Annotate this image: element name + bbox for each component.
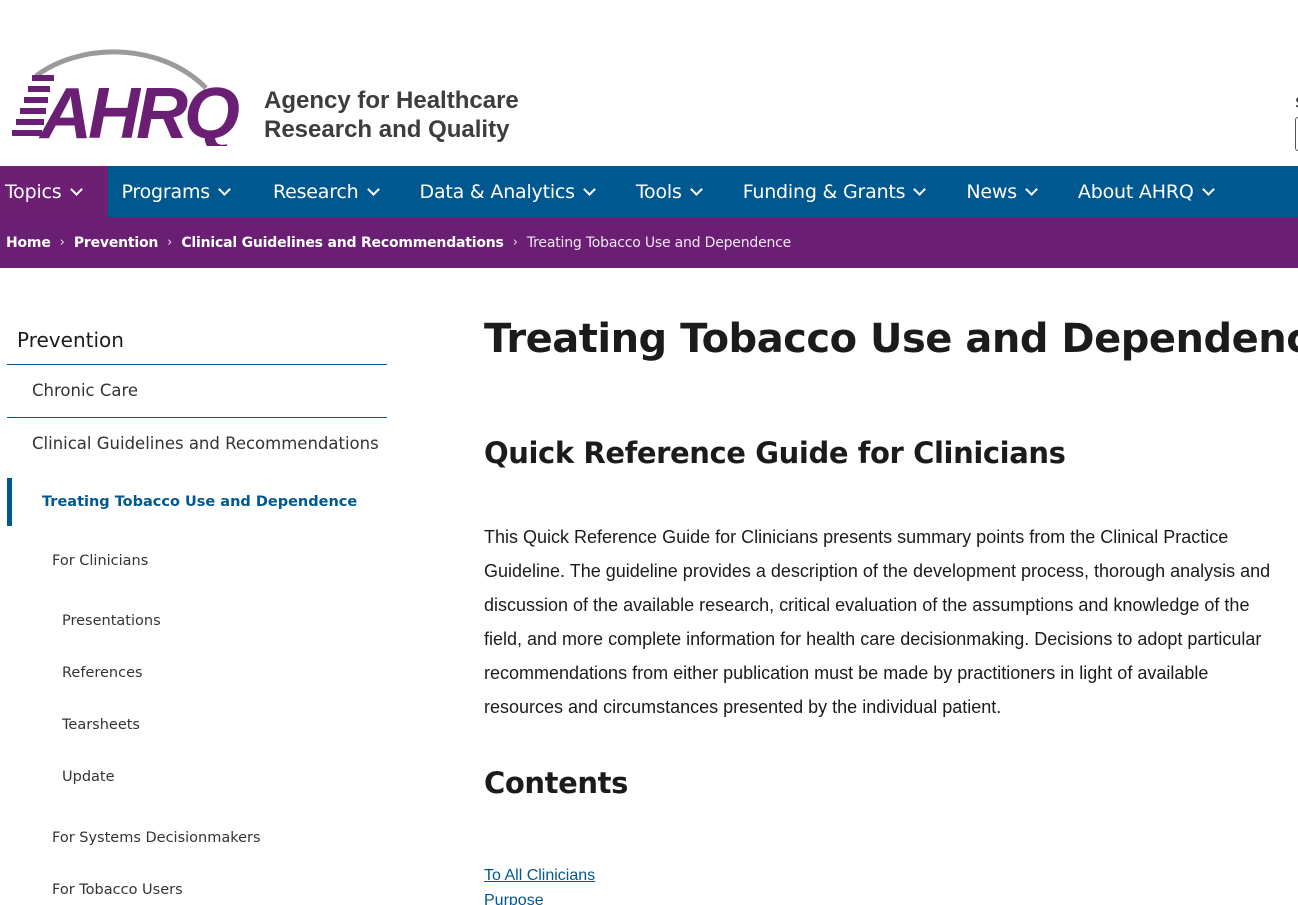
search-area-partial: S xyxy=(1294,95,1298,155)
nav-label: Data & Analytics xyxy=(419,180,576,203)
section-heading-quick-reference: Quick Reference Guide for Clinicians xyxy=(484,436,1066,470)
nav-about-ahrq[interactable]: About AHRQ xyxy=(1050,166,1227,217)
sidebar-item-for-systems[interactable]: For Systems Decisionmakers xyxy=(52,830,261,846)
sidebar-item-references[interactable]: References xyxy=(62,665,143,681)
nav-tools[interactable]: Tools xyxy=(608,166,715,217)
toc-link-purpose[interactable]: Purpose xyxy=(484,892,544,905)
nav-label: Topics xyxy=(5,180,62,203)
chevron-down-icon xyxy=(913,183,927,196)
chevron-down-icon xyxy=(689,183,703,196)
page: AHRQ Agency for Healthcare Research and … xyxy=(0,0,1298,905)
nav-research[interactable]: Research xyxy=(243,166,392,217)
sidebar-item-tearsheets[interactable]: Tearsheets xyxy=(62,717,140,733)
nav-data-analytics[interactable]: Data & Analytics xyxy=(392,166,608,217)
chevron-down-icon xyxy=(366,183,380,196)
breadcrumb-prevention[interactable]: Prevention xyxy=(74,235,159,251)
page-title: Treating Tobacco Use and Dependence xyxy=(484,316,1298,362)
sidebar-item-treating-tobacco[interactable]: Treating Tobacco Use and Dependence xyxy=(42,494,357,510)
nav-funding-grants[interactable]: Funding & Grants xyxy=(715,166,939,217)
nav-label: News xyxy=(966,180,1017,203)
agency-name: Agency for Healthcare Research and Quali… xyxy=(264,86,519,144)
sidebar-divider xyxy=(7,364,387,365)
sidebar-divider xyxy=(7,417,387,418)
sidebar-item-clinical-guidelines[interactable]: Clinical Guidelines and Recommendations xyxy=(32,434,379,453)
chevron-right-icon: › xyxy=(167,235,173,250)
chevron-right-icon: › xyxy=(59,235,65,250)
nav-label: Tools xyxy=(635,180,682,203)
sidebar-item-for-tobacco-users[interactable]: For Tobacco Users xyxy=(52,882,183,898)
sidebar-item-update[interactable]: Update xyxy=(62,769,115,785)
nav-news[interactable]: News xyxy=(938,166,1050,217)
breadcrumb-clinical-guidelines[interactable]: Clinical Guidelines and Recommendations xyxy=(181,235,504,251)
sidebar-active-indicator xyxy=(7,478,12,526)
nav-topics[interactable]: Topics xyxy=(0,166,108,217)
agency-name-line1: Agency for Healthcare xyxy=(264,87,519,114)
svg-text:AHRQ: AHRQ xyxy=(38,74,239,146)
nav-programs[interactable]: Programs xyxy=(108,166,243,217)
nav-label: About AHRQ xyxy=(1077,180,1194,203)
sidebar-title[interactable]: Prevention xyxy=(17,328,124,352)
main-nav: Topics Programs Research Data & Analytic… xyxy=(0,166,1298,217)
nav-label: Programs xyxy=(121,180,211,203)
breadcrumb-current: Treating Tobacco Use and Dependence xyxy=(526,234,792,251)
breadcrumb: Home › Prevention › Clinical Guidelines … xyxy=(0,217,1298,268)
breadcrumb-home[interactable]: Home xyxy=(6,235,51,251)
agency-name-line2: Research and Quality xyxy=(264,116,510,143)
chevron-down-icon xyxy=(1025,183,1038,196)
site-header: AHRQ Agency for Healthcare Research and … xyxy=(0,0,1298,166)
sidebar-item-chronic-care[interactable]: Chronic Care xyxy=(32,381,138,400)
sidebar-item-for-clinicians[interactable]: For Clinicians xyxy=(52,553,148,569)
chevron-down-icon xyxy=(1201,183,1215,196)
section-heading-contents: Contents xyxy=(484,766,628,800)
chevron-right-icon: › xyxy=(512,235,518,250)
nav-label: Research xyxy=(272,180,359,203)
intro-paragraph: This Quick Reference Guide for Clinician… xyxy=(484,527,1271,717)
nav-label: Funding & Grants xyxy=(742,180,906,203)
ahrq-logo[interactable]: AHRQ xyxy=(8,46,244,146)
chevron-down-icon xyxy=(218,183,231,196)
sidebar-item-presentations[interactable]: Presentations xyxy=(62,613,161,629)
chevron-down-icon xyxy=(583,183,596,196)
chevron-down-icon xyxy=(69,183,83,196)
toc-link-to-all-clinicians[interactable]: To All Clinicians xyxy=(484,867,595,885)
